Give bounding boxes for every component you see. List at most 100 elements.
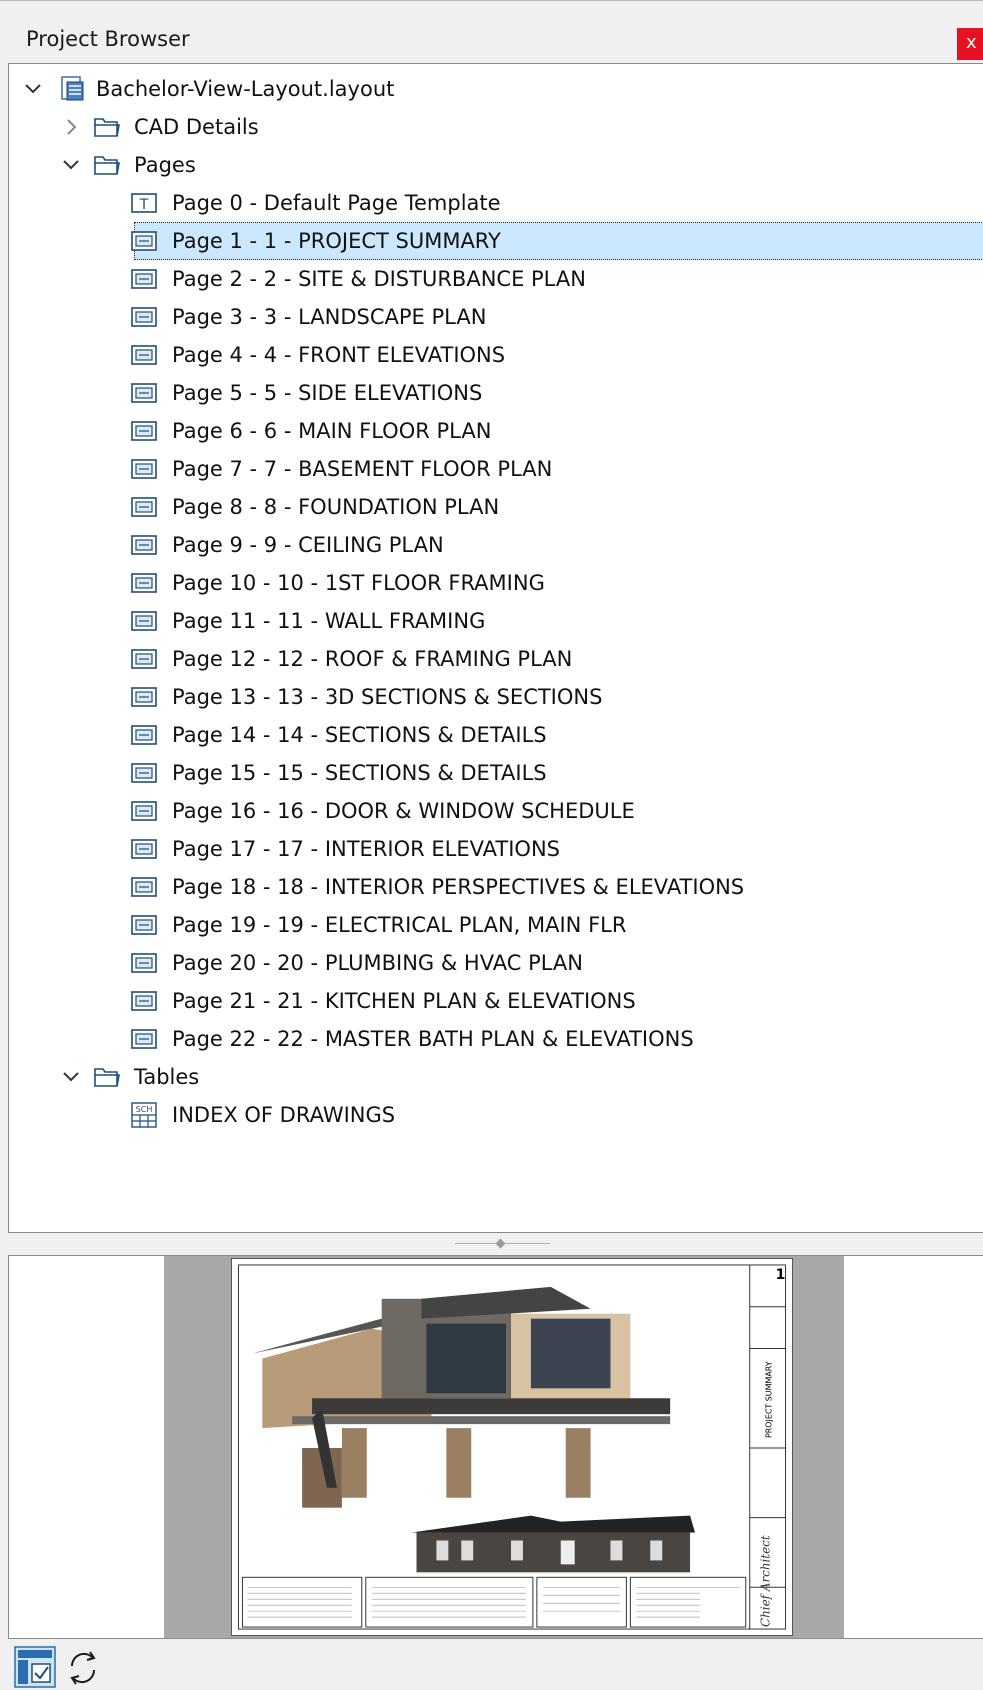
layout-page-icon <box>131 953 157 973</box>
tree-item-page[interactable]: Page 20 - 20 - PLUMBING & HVAC PLAN <box>9 944 983 984</box>
chevron-down-icon[interactable] <box>61 154 81 176</box>
page-preview: 1 PROJECT SUMMARY Chief Architect <box>8 1255 983 1639</box>
svg-text:PROJECT SUMMARY: PROJECT SUMMARY <box>765 1361 774 1438</box>
layout-page-icon <box>131 307 157 327</box>
folder-icon <box>94 156 120 175</box>
page-label: Page 17 - 17 - INTERIOR ELEVATIONS <box>172 837 560 861</box>
page-label: Page 1 - 1 - PROJECT SUMMARY <box>172 229 501 253</box>
page-label: Page 16 - 16 - DOOR & WINDOW SCHEDULE <box>172 799 635 823</box>
page-label: Page 22 - 22 - MASTER BATH PLAN & ELEVAT… <box>172 1027 694 1051</box>
tree-item-page[interactable]: Page 15 - 15 - SECTIONS & DETAILS <box>9 754 983 794</box>
tree-item-schedule[interactable]: SCH INDEX OF DRAWINGS <box>9 1096 983 1136</box>
layout-page-icon <box>131 801 157 821</box>
bottom-toolbar <box>0 1640 983 1690</box>
layout-page-icon <box>131 421 157 441</box>
layout-page-icon <box>131 231 157 251</box>
page-label: Page 15 - 15 - SECTIONS & DETAILS <box>172 761 547 785</box>
tree-item-page[interactable]: Page 7 - 7 - BASEMENT FLOOR PLAN <box>9 450 983 490</box>
layout-page-icon <box>131 611 157 631</box>
tree-folder-tables[interactable]: Tables <box>9 1058 983 1098</box>
tree-item-page[interactable]: Page 21 - 21 - KITCHEN PLAN & ELEVATIONS <box>9 982 983 1022</box>
layout-page-icon <box>131 763 157 783</box>
layout-page-icon <box>131 269 157 289</box>
svg-text:1: 1 <box>776 1267 786 1283</box>
tree-item-page[interactable]: Page 16 - 16 - DOOR & WINDOW SCHEDULE <box>9 792 983 832</box>
layout-page-icon <box>131 573 157 593</box>
layout-page-icon <box>131 687 157 707</box>
page-label: Page 9 - 9 - CEILING PLAN <box>172 533 444 557</box>
folder-label: Tables <box>134 1065 200 1089</box>
page-label: Page 4 - 4 - FRONT ELEVATIONS <box>172 343 506 367</box>
layout-page-icon <box>131 497 157 517</box>
page-label: Page 6 - 6 - MAIN FLOOR PLAN <box>172 419 492 443</box>
page-label: Page 5 - 5 - SIDE ELEVATIONS <box>172 381 483 405</box>
tree-item-page[interactable]: Page 9 - 9 - CEILING PLAN <box>9 526 983 566</box>
tree-item-page[interactable]: Page 19 - 19 - ELECTRICAL PLAN, MAIN FLR <box>9 906 983 946</box>
chevron-down-icon[interactable] <box>23 78 43 100</box>
folder-icon <box>94 1068 120 1087</box>
layout-page-icon <box>131 915 157 935</box>
tree-item-page[interactable]: Page 10 - 10 - 1ST FLOOR FRAMING <box>9 564 983 604</box>
page-label: Page 10 - 10 - 1ST FLOOR FRAMING <box>172 571 545 595</box>
tree-item-page[interactable]: Page 14 - 14 - SECTIONS & DETAILS <box>9 716 983 756</box>
template-page-icon: T <box>131 193 157 213</box>
schedule-label: INDEX OF DRAWINGS <box>172 1103 396 1127</box>
page-label: Page 2 - 2 - SITE & DISTURBANCE PLAN <box>172 267 586 291</box>
tree-item-page[interactable]: Page 18 - 18 - INTERIOR PERSPECTIVES & E… <box>9 868 983 908</box>
page-label: Page 18 - 18 - INTERIOR PERSPECTIVES & E… <box>172 875 745 899</box>
tree-folder-pages[interactable]: Pages <box>9 146 983 186</box>
page-label: Page 12 - 12 - ROOF & FRAMING PLAN <box>172 647 573 671</box>
layout-page-icon <box>131 345 157 365</box>
project-tree[interactable]: Bachelor-View-Layout.layout CAD Details … <box>8 63 983 1233</box>
layout-page-icon <box>131 383 157 403</box>
close-button[interactable]: x <box>957 28 983 60</box>
chevron-right-icon[interactable] <box>61 116 81 138</box>
tree-item-page[interactable]: Page 5 - 5 - SIDE ELEVATIONS <box>9 374 983 414</box>
page-label: Page 11 - 11 - WALL FRAMING <box>172 609 486 633</box>
page-label: Page 14 - 14 - SECTIONS & DETAILS <box>172 723 547 747</box>
folder-icon <box>94 118 120 137</box>
svg-text:SCH: SCH <box>136 1105 153 1114</box>
tree-item-page[interactable]: Page 8 - 8 - FOUNDATION PLAN <box>9 488 983 528</box>
pane-splitter[interactable] <box>0 1233 983 1255</box>
tree-item-page[interactable]: Page 3 - 3 - LANDSCAPE PLAN <box>9 298 983 338</box>
tree-item-page-template[interactable]: T Page 0 - Default Page Template <box>9 184 983 224</box>
layout-page-icon <box>131 725 157 745</box>
tree-item-page[interactable]: Page 6 - 6 - MAIN FLOOR PLAN <box>9 412 983 452</box>
layout-page-icon <box>131 535 157 555</box>
page-label: Page 0 - Default Page Template <box>172 191 501 215</box>
tree-item-page[interactable]: Page 4 - 4 - FRONT ELEVATIONS <box>9 336 983 376</box>
refresh-icon[interactable] <box>60 1644 106 1690</box>
layout-page-icon <box>131 991 157 1011</box>
page-label: Page 13 - 13 - 3D SECTIONS & SECTIONS <box>172 685 603 709</box>
tree-item-page[interactable]: Page 12 - 12 - ROOF & FRAMING PLAN <box>9 640 983 680</box>
splitter-handle[interactable] <box>495 1238 506 1249</box>
page-label: Page 7 - 7 - BASEMENT FLOOR PLAN <box>172 457 553 481</box>
chevron-down-icon[interactable] <box>61 1066 81 1088</box>
svg-text:T: T <box>139 197 149 213</box>
layout-page-icon <box>131 877 157 897</box>
folder-label: CAD Details <box>134 115 259 139</box>
tree-folder-cad-details[interactable]: CAD Details <box>9 108 983 148</box>
panel-title: Project Browser <box>26 27 190 51</box>
layout-page-icon <box>131 649 157 669</box>
layout-file-icon <box>61 76 84 101</box>
tree-item-page[interactable]: Page 2 - 2 - SITE & DISTURBANCE PLAN <box>9 260 983 300</box>
layout-page-icon <box>131 1029 157 1049</box>
tree-root[interactable]: Bachelor-View-Layout.layout <box>9 70 983 110</box>
schedule-table-icon: SCH <box>131 1102 157 1128</box>
layout-page-icon <box>131 459 157 479</box>
tree-item-page[interactable]: Page 11 - 11 - WALL FRAMING <box>9 602 983 642</box>
svg-text:Chief Architect: Chief Architect <box>759 1535 773 1627</box>
preview-sheet: 1 PROJECT SUMMARY Chief Architect <box>231 1258 793 1636</box>
tree-item-page[interactable]: Page 13 - 13 - 3D SECTIONS & SECTIONS <box>9 678 983 718</box>
tree-item-page[interactable]: Page 1 - 1 - PROJECT SUMMARY <box>9 222 983 262</box>
page-label: Page 21 - 21 - KITCHEN PLAN & ELEVATIONS <box>172 989 636 1013</box>
show-preview-toggle-icon[interactable] <box>12 1644 58 1690</box>
tree-item-page[interactable]: Page 17 - 17 - INTERIOR ELEVATIONS <box>9 830 983 870</box>
folder-label: Pages <box>134 153 196 177</box>
page-label: Page 3 - 3 - LANDSCAPE PLAN <box>172 305 487 329</box>
layout-page-icon <box>131 839 157 859</box>
tree-item-page[interactable]: Page 22 - 22 - MASTER BATH PLAN & ELEVAT… <box>9 1020 983 1060</box>
page-label: Page 19 - 19 - ELECTRICAL PLAN, MAIN FLR <box>172 913 627 937</box>
